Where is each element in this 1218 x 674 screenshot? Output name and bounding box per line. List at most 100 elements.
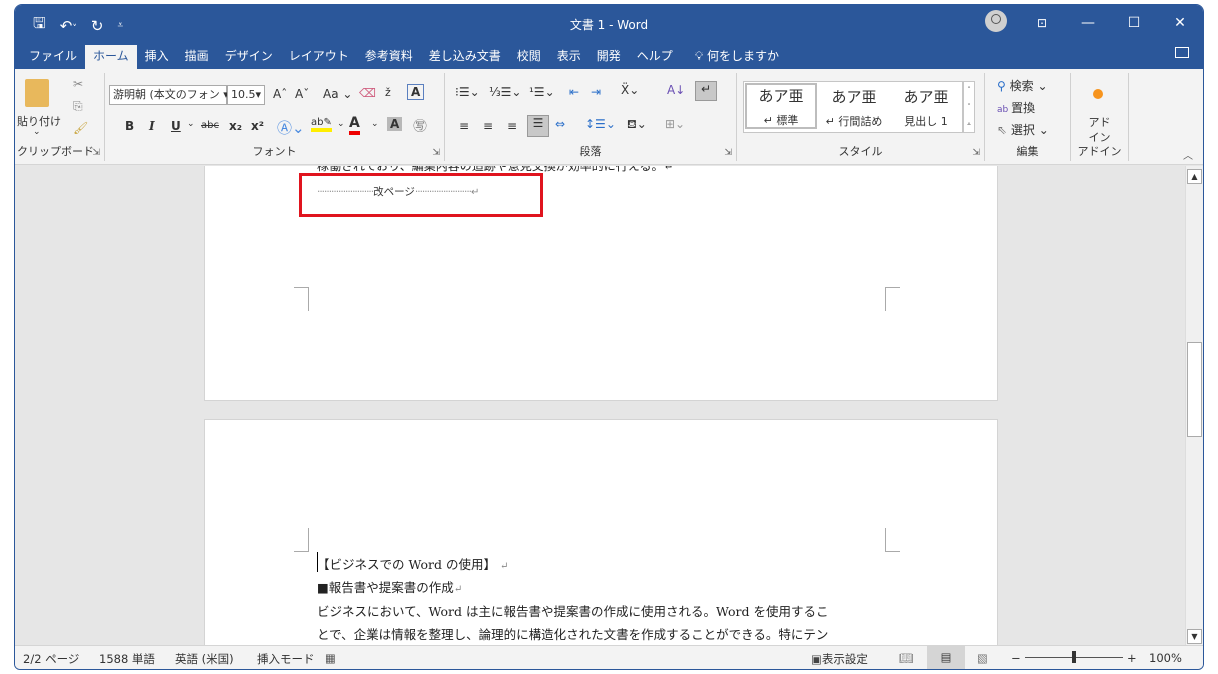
replace-button[interactable]: ab 置換 xyxy=(997,99,1035,116)
page-count[interactable]: 2/2 ページ xyxy=(23,651,79,667)
bullets-icon[interactable]: ⁝☰⌄ xyxy=(455,85,480,99)
accessibility-icon[interactable]: ▦ xyxy=(325,651,336,665)
zoom-in-button[interactable]: + xyxy=(1127,651,1137,665)
align-right-icon[interactable]: ≡ xyxy=(507,119,517,133)
bold-icon[interactable]: B xyxy=(125,119,134,133)
zoom-level[interactable]: 100% xyxy=(1149,651,1182,665)
select-button[interactable]: ⇖ 選択 ⌄ xyxy=(997,121,1049,138)
input-mode[interactable]: 挿入モード xyxy=(257,651,315,667)
superscript-icon[interactable]: x² xyxy=(251,119,264,133)
tab-file[interactable]: ファイル xyxy=(21,45,85,69)
style-no-spacing[interactable]: あア亜 ↵ 行間詰め xyxy=(818,86,890,129)
italic-icon[interactable]: I xyxy=(149,119,155,133)
font-color-icon[interactable]: A xyxy=(349,115,360,135)
paragraph-launcher-icon[interactable]: ⇲ xyxy=(724,148,732,158)
format-painter-icon[interactable]: 🖌︎ xyxy=(73,121,88,135)
heading-line[interactable]: 【ビジネスでの Word の使用】 ↵ xyxy=(317,554,508,573)
align-center-icon[interactable]: ≡ xyxy=(483,119,493,133)
addins-icon[interactable] xyxy=(1093,89,1103,99)
web-layout-icon[interactable]: ▧ xyxy=(977,651,988,665)
underline-dropdown-icon[interactable]: ⌄ xyxy=(187,119,195,129)
scroll-up-button[interactable]: ▲ xyxy=(1187,169,1202,184)
increase-indent-icon[interactable]: ⇥ xyxy=(591,85,601,99)
paste-icon[interactable] xyxy=(25,79,49,107)
distributed-icon[interactable]: ⇔ xyxy=(555,117,565,131)
justify-icon[interactable]: ☰ xyxy=(527,115,549,137)
maximize-button[interactable]: ☐ xyxy=(1111,15,1157,31)
borders-icon[interactable]: ⊞⌄ xyxy=(665,117,685,131)
show-formatting-marks-icon[interactable]: ↵ xyxy=(695,81,717,101)
style-normal[interactable]: あア亜 ↵ 標準 xyxy=(745,83,817,129)
scroll-thumb[interactable] xyxy=(1187,341,1202,437)
character-shading-icon[interactable]: A xyxy=(387,117,403,131)
tab-review[interactable]: 校閲 xyxy=(509,45,549,69)
minimize-button[interactable]: — xyxy=(1065,15,1111,31)
zoom-slider-thumb[interactable] xyxy=(1072,651,1076,663)
font-size-dropdown[interactable]: 10.5▾ xyxy=(227,85,265,105)
word-count[interactable]: 1588 単語 xyxy=(99,651,155,667)
line-spacing-icon[interactable]: ↕☰⌄ xyxy=(585,117,616,131)
tell-me-box[interactable]: 💡︎ 何をしますか xyxy=(687,45,787,69)
underline-icon[interactable]: U xyxy=(171,119,181,133)
tab-help[interactable]: ヘルプ xyxy=(629,45,681,69)
replace-label: 置換 xyxy=(1011,101,1036,115)
character-border-icon[interactable]: A xyxy=(407,84,425,100)
addins-button[interactable]: アド イン xyxy=(1071,115,1128,145)
decrease-indent-icon[interactable]: ⇤ xyxy=(569,85,579,99)
tab-design[interactable]: デザイン xyxy=(217,45,281,69)
ribbon-display-options-button[interactable]: ⊡ xyxy=(1019,16,1065,30)
font-launcher-icon[interactable]: ⇲ xyxy=(432,148,440,158)
sort-icon[interactable]: A↓ xyxy=(667,83,685,97)
highlight-color-icon[interactable]: ab✎ xyxy=(311,117,332,132)
clipboard-group: 貼り付け ⌄ ✂ ⎘ 🖌︎ クリップボード ⇲ xyxy=(15,73,105,161)
highlight-dropdown-icon[interactable]: ⌄ xyxy=(337,119,345,129)
account-button[interactable] xyxy=(973,10,1019,36)
enclosed-characters-icon[interactable]: ㊢ xyxy=(413,116,427,136)
clear-formatting-icon[interactable]: ⌫ xyxy=(359,86,376,100)
change-case-button[interactable]: Aa ⌄ xyxy=(323,87,352,101)
tab-view[interactable]: 表示 xyxy=(549,45,589,69)
body-line-1[interactable]: ビジネスにおいて、Word は主に報告書や提案書の作成に使用される。Word を… xyxy=(317,601,828,620)
styles-launcher-icon[interactable]: ⇲ xyxy=(972,148,980,158)
subscript-icon[interactable]: x₂ xyxy=(229,119,242,133)
font-name-value: 游明朝 (本文のフォン xyxy=(113,88,220,101)
tab-home[interactable]: ホーム xyxy=(85,45,137,69)
numbering-icon[interactable]: ⅓☰⌄ xyxy=(489,85,521,99)
font-color-dropdown-icon[interactable]: ⌄ xyxy=(371,119,379,129)
scroll-down-button[interactable]: ▼ xyxy=(1187,629,1202,644)
comments-icon[interactable] xyxy=(1175,47,1189,58)
subheading-line[interactable]: ■報告書や提案書の作成↵ xyxy=(317,577,462,596)
tab-references[interactable]: 参考資料 xyxy=(357,45,421,69)
paste-dropdown-icon[interactable]: ⌄ xyxy=(33,127,41,137)
font-name-dropdown[interactable]: 游明朝 (本文のフォン ▾ xyxy=(109,85,229,105)
language-status[interactable]: 英語 (米国) xyxy=(175,651,234,667)
zoom-out-button[interactable]: − xyxy=(1011,651,1021,665)
shrink-font-icon[interactable]: Aˇ xyxy=(295,87,309,101)
strikethrough-icon[interactable]: abc xyxy=(201,120,219,131)
text-effects-icon[interactable]: Ⓐ⌄ xyxy=(277,117,305,138)
vertical-scrollbar[interactable]: ▲ ▼ xyxy=(1185,166,1203,647)
tab-layout[interactable]: レイアウト xyxy=(281,45,357,69)
clipboard-launcher-icon[interactable]: ⇲ xyxy=(92,148,100,158)
print-layout-icon[interactable]: ▤ xyxy=(927,646,965,669)
cut-icon[interactable]: ✂ xyxy=(73,77,83,91)
tab-insert[interactable]: 挿入 xyxy=(137,45,177,69)
multilevel-list-icon[interactable]: ¹☰⌄ xyxy=(529,85,555,99)
styles-scroll-buttons[interactable]: ˄ ˅ ⩡ xyxy=(963,81,975,133)
style-heading-1[interactable]: あア亜 見出し 1 xyxy=(890,86,962,129)
shading-icon[interactable]: ⛾⌄ xyxy=(627,117,647,133)
grow-font-icon[interactable]: Aˆ xyxy=(273,87,287,101)
tab-developer[interactable]: 開発 xyxy=(589,45,629,69)
asian-layout-icon[interactable]: Ẍ⌄ xyxy=(621,83,639,97)
collapse-ribbon-icon[interactable]: ︿ xyxy=(1183,147,1193,162)
phonetic-guide-icon[interactable]: ž xyxy=(385,86,391,99)
close-button[interactable]: ✕ xyxy=(1157,15,1203,31)
display-settings-button[interactable]: ▣表示設定 xyxy=(811,651,868,667)
align-left-icon[interactable]: ≡ xyxy=(459,119,469,133)
tab-draw[interactable]: 描画 xyxy=(177,45,217,69)
tab-mailings[interactable]: 差し込み文書 xyxy=(421,45,509,69)
body-line-2[interactable]: とで、企業は情報を整理し、論理的に構造化された文書を作成することができる。特にテ… xyxy=(317,624,828,643)
find-button[interactable]: ⚲ 検索 ⌄ xyxy=(997,77,1048,94)
read-mode-icon[interactable]: 📖︎ xyxy=(899,651,914,665)
copy-icon[interactable]: ⎘ xyxy=(73,99,83,114)
